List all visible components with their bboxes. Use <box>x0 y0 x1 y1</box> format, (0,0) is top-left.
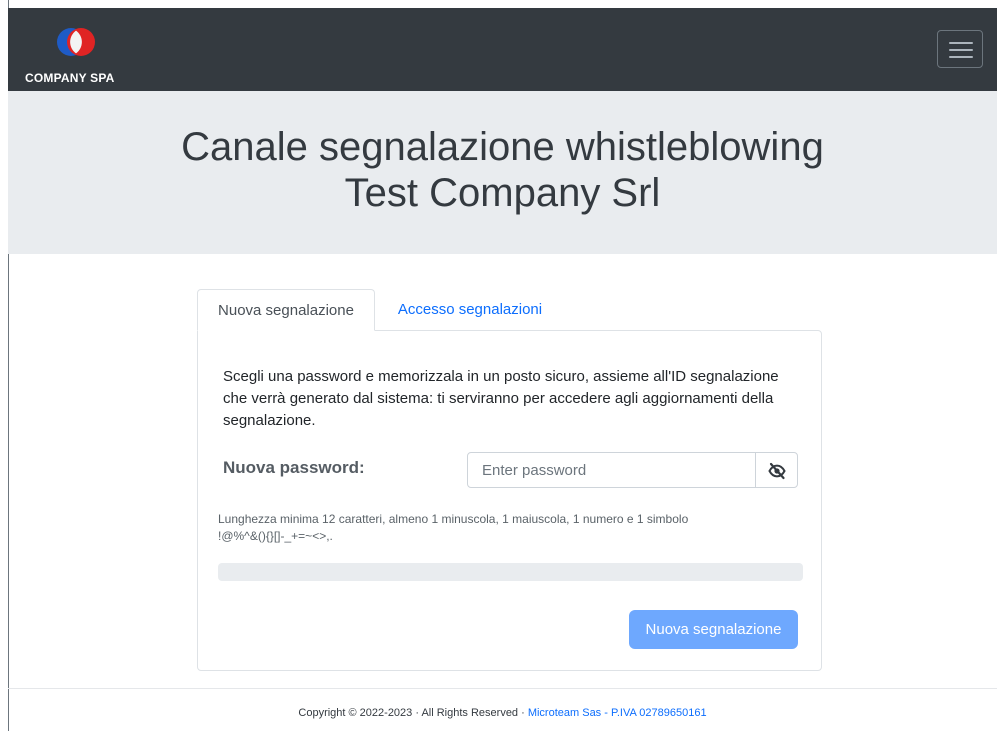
copyright-text: Copyright © 2022-2023 · All Rights Reser… <box>298 707 528 719</box>
hamburger-icon-bar-3 <box>949 56 973 58</box>
new-report-submit-button[interactable]: Nuova segnalazione <box>629 610 798 649</box>
page-title-line-1: Canale segnalazione whistleblowing <box>181 125 824 169</box>
footer: Copyright © 2022-2023 · All Rights Reser… <box>8 707 997 719</box>
new-report-panel: Scegli una password e memorizzala in un … <box>197 330 822 671</box>
instructions-text: Scegli una password e memorizzala in un … <box>223 368 779 429</box>
hero-banner: Canale segnalazione whistleblowing Test … <box>8 91 997 254</box>
hamburger-icon-bar-2 <box>949 49 973 51</box>
hamburger-icon-bar-1 <box>949 42 973 44</box>
tab-accesso-segnalazioni[interactable]: Accesso segnalazioni <box>375 289 565 331</box>
footer-divider <box>8 688 997 689</box>
password-allowed-symbols: !@%^&(){}[]-_+=~<>,. <box>218 529 333 543</box>
menu-toggle-button[interactable] <box>937 30 983 68</box>
password-label: Nuova password: <box>223 458 365 477</box>
navbar: COMPANY SPA <box>8 8 997 91</box>
password-input[interactable] <box>467 452 756 488</box>
toggle-password-visibility-button[interactable] <box>755 452 798 488</box>
password-requirements-text: Lunghezza minima 12 caratteri, almeno 1 … <box>218 512 689 526</box>
company-logo-icon <box>57 28 95 56</box>
tab-nuova-segnalazione[interactable]: Nuova segnalazione <box>197 289 375 331</box>
report-tabs: Nuova segnalazione Accesso segnalazioni <box>197 289 822 331</box>
page-title: Canale segnalazione whistleblowing Test … <box>8 124 997 216</box>
eye-slash-icon <box>768 462 786 480</box>
brand[interactable]: COMPANY SPA <box>25 22 125 85</box>
vendor-link[interactable]: Microteam Sas - P.IVA 02789650161 <box>528 707 707 719</box>
page: COMPANY SPA Canale segnalazione whistleb… <box>0 0 997 731</box>
password-requirements: Lunghezza minima 12 caratteri, almeno 1 … <box>218 511 808 545</box>
page-title-line-2: Test Company Srl <box>344 171 661 215</box>
password-strength-bar <box>218 563 803 581</box>
brand-name: COMPANY SPA <box>25 71 115 85</box>
